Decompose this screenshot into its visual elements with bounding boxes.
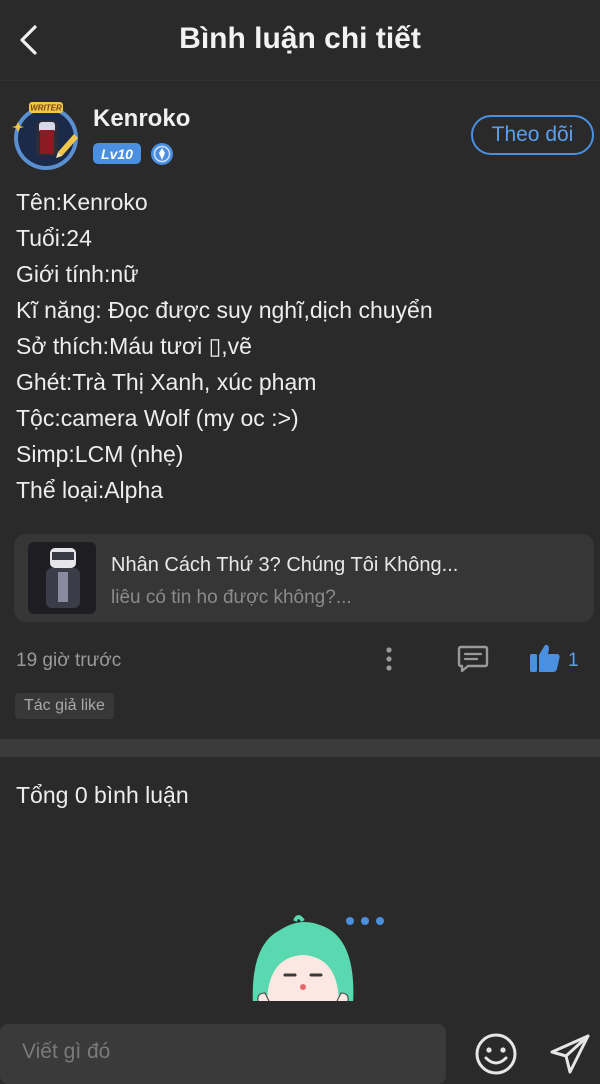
- avatar-frame-label: WRITER: [30, 104, 62, 113]
- emoji-button[interactable]: [474, 1032, 518, 1076]
- more-vertical-icon: [386, 647, 392, 671]
- thumbs-up-icon: [530, 644, 560, 672]
- empty-state-mascot: [245, 905, 390, 1006]
- post-line: Ghét:Trà Thị Xanh, xúc phạm: [16, 369, 317, 395]
- post-body: Tên:Kenroko Tuổi:24 Giới tính:nữ Kĩ năng: Đ…: [16, 184, 586, 508]
- post-line: Tộc:camera Wolf (my oc :>): [16, 405, 299, 431]
- send-button[interactable]: [548, 1032, 592, 1076]
- author-name[interactable]: Kenroko: [93, 105, 190, 133]
- follow-button[interactable]: Theo dõi: [471, 115, 594, 155]
- post-line: Tên:Kenroko: [16, 189, 148, 215]
- comment-input[interactable]: Viết gì đó: [0, 1024, 446, 1084]
- referenced-story-card[interactable]: Nhân Cách Thứ 3? Chúng Tôi Không... liêu…: [14, 534, 594, 622]
- section-divider: [0, 739, 600, 757]
- story-excerpt: liêu có tin ho được không?...: [111, 587, 352, 608]
- post-line: Sở thích:Máu tươi ▯,vẽ: [16, 333, 252, 359]
- level-badge: Lv10: [93, 143, 141, 164]
- top-bar: Bình luận chi tiết: [0, 0, 600, 81]
- author-liked-tag: Tác giả like: [15, 693, 114, 719]
- like-count: 1: [568, 650, 579, 671]
- story-thumbnail: [28, 542, 96, 614]
- post-time: 19 giờ trước: [16, 650, 122, 671]
- avatar[interactable]: WRITER: [10, 100, 84, 172]
- send-icon: [550, 1034, 590, 1074]
- post-line: Giới tính:nữ: [16, 261, 139, 287]
- post-line: Tuổi:24: [16, 225, 92, 251]
- comment-icon: [457, 645, 489, 673]
- verified-badge-icon: [150, 142, 174, 166]
- post-line: Kĩ năng: Đọc được suy nghĩ,dịch chuyển: [16, 297, 433, 323]
- post-line: Thể loại:Alpha: [16, 477, 164, 503]
- post-line: Simp:LCM (nhẹ): [16, 441, 184, 467]
- more-button[interactable]: [374, 645, 404, 675]
- page-title: Bình luận chi tiết: [179, 22, 421, 55]
- emoji-icon: [475, 1033, 517, 1075]
- reply-button[interactable]: [457, 644, 489, 674]
- story-title: Nhân Cách Thứ 3? Chúng Tôi Không...: [111, 554, 459, 576]
- comment-count: Tổng 0 bình luận: [16, 782, 189, 808]
- like-button[interactable]: [528, 642, 562, 674]
